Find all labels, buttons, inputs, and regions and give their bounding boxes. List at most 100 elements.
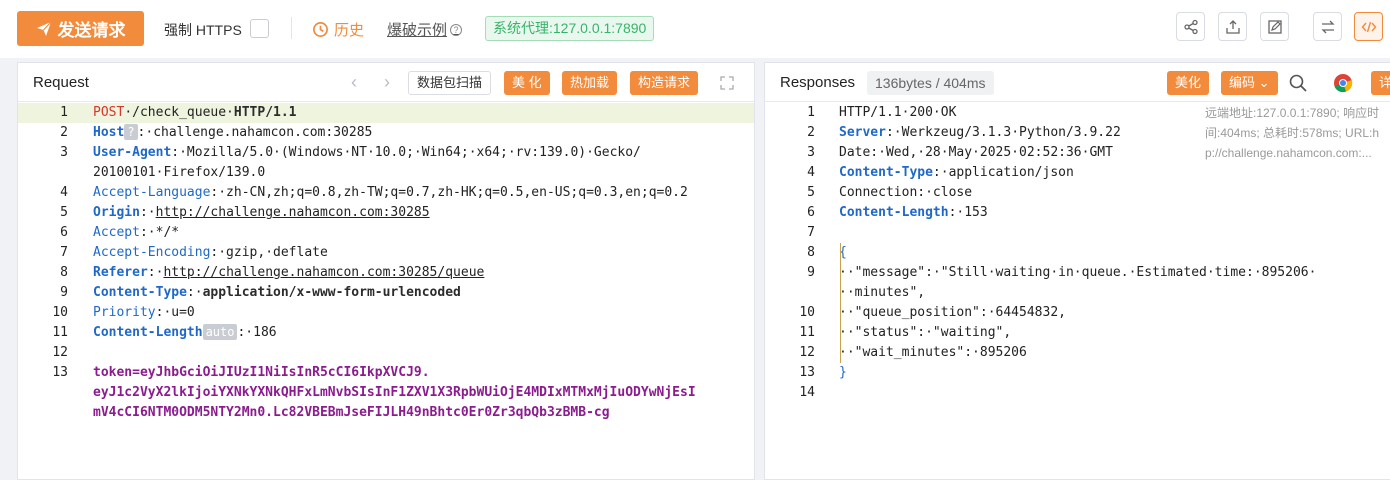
code-token: User-Agent [93,145,172,160]
line-text: ··"message":·"Still·waiting·in·queue.·Es… [839,263,1316,283]
examples-label: 爆破示例 [387,22,448,39]
code-view-button[interactable] [1354,12,1383,41]
line-text: ··minutes", [839,283,925,303]
line-number: 14 [799,385,815,400]
code-token: ··"queue_position":·64454832, [839,305,1066,320]
code-line: 9 Content-Type:·application/x-www-form-ur… [18,283,754,303]
request-editor[interactable]: mV4cCI6NTM0ODM5NTY2Mn0.Lc82VBEBmJseFIJLH… [18,103,754,479]
code-token: Accept-Language [93,185,211,200]
line-text: Accept:·*/* [93,223,179,243]
line-text: Content-Type:·application/json [839,163,1074,183]
code-token: http://challenge.nahamcon.com:30285/queu… [163,265,485,280]
chrome-icon[interactable] [1333,73,1353,93]
history-button[interactable]: 历史 [312,19,364,40]
request-header: Request ‹ › 数据包扫描 美 化 热加载 构造请求 [18,63,754,102]
line-number: 3 [60,145,68,160]
code-token: :·gzip,·deflate [210,245,328,260]
code-token: http://challenge.nahamcon.com:30285 [155,205,430,220]
share-button[interactable] [1176,12,1205,41]
expand-icon[interactable] [719,75,735,91]
code-token: ? [124,124,138,140]
code-token: Priority [93,305,156,320]
line-text: eyJ1c2VyX2lkIjoiYXNkYXNkQHFxLmNvbSIsInF1… [93,383,696,403]
encoding-dropdown[interactable]: 编码 ⌄ [1221,71,1278,95]
edit-icon [1267,19,1282,34]
code-line: 6 Content-Length:·153 [765,203,1390,223]
code-token: token=eyJhbGciOiJIUzI1NiIsInR5cCI6IkpXVC… [93,365,430,380]
code-token: Host [93,125,125,140]
code-line: 14 [765,383,1390,403]
code-token: :·Mozilla/5.0·(Windows·NT·10.0;·Win64;·x… [171,145,641,160]
code-token: Server [839,125,886,140]
code-token: HTTP/1.1·200·OK [839,105,957,120]
line-number: 7 [807,225,815,240]
line-number: 12 [799,345,815,360]
code-line: 10 ··"queue_position":·64454832, [765,303,1390,323]
code-token: eyJ1c2VyX2lkIjoiYXNkYXNkQHFxLmNvbSIsInF1… [93,385,696,400]
code-line: 6 Accept:·*/* [18,223,754,243]
code-token: :·u=0 [155,305,195,320]
line-text: Content-Type:·application/x-www-form-url… [93,283,461,303]
request-beautify-button[interactable]: 美 化 [504,71,550,95]
line-text: 20100101·Firefox/139.0 [93,163,265,183]
hot-load-button[interactable]: 热加载 [562,71,618,95]
edit-button[interactable] [1260,12,1289,41]
code-token: ··"status":·"waiting", [839,325,1012,340]
system-proxy-badge[interactable]: 系统代理:127.0.0.1:7890 [485,16,655,41]
code-line: 5 Origin:·http://challenge.nahamcon.com:3… [18,203,754,223]
share-icon [1183,19,1198,34]
line-number: 6 [60,225,68,240]
code-token: :·zh-CN,zh;q=0.8,zh-TW;q=0.7,zh-HK;q=0.5… [210,185,688,200]
code-line: 8 Referer:·http://challenge.nahamcon.com:… [18,263,754,283]
response-panel: Responses 136bytes / 404ms 美化 编码 ⌄ 详 14 1… [764,62,1390,480]
code-token: :· [186,285,203,300]
prev-icon[interactable]: ‹ [351,73,357,91]
line-number: 10 [799,305,815,320]
line-number: 11 [52,325,68,340]
code-token: ··"wait_minutes":·895206 [839,345,1027,360]
code-token: ··minutes", [839,285,926,300]
line-number: 5 [60,205,68,220]
export-button[interactable] [1218,12,1247,41]
code-line: 4 Accept-Language:·zh-CN,zh;q=0.8,zh-TW;q… [18,183,754,203]
swap-icon [1320,20,1335,33]
code-token: :·186 [237,325,277,340]
code-token: :· [147,265,164,280]
toolbar-divider [291,17,292,39]
next-icon[interactable]: › [384,73,390,91]
line-text: mV4cCI6NTM0ODM5NTY2Mn0.Lc82VBEBmJseFIJLH… [93,403,610,423]
line-number: 10 [52,305,68,320]
code-token: application/x-www-form-urlencoded [202,285,461,300]
code-token: Connection:·close [839,185,973,200]
line-text: Content-Length auto:·186 [93,323,277,343]
line-number: 8 [807,245,815,260]
response-beautify-button[interactable]: 美化 [1167,71,1210,95]
code-token: HTTP/1.1 [233,105,297,120]
code-token: Content-Type [93,285,187,300]
code-token: :·*/* [139,225,180,240]
code-token: mV4cCI6NTM0ODM5NTY2Mn0.Lc82VBEBmJseFIJLH… [93,405,610,420]
swap-button[interactable] [1313,12,1342,41]
top-toolbar: 发送请求 强制 HTTPS 历史 爆破示例 ? 系统代理:127.0.0.1:7… [0,0,1390,58]
code-line: 8{ [765,243,1390,263]
force-https-checkbox[interactable] [250,19,269,38]
line-text: ··"status":·"waiting", [839,323,1011,343]
line-number: 1 [807,105,815,120]
code-token: ·/check_queue· [124,105,234,120]
brute-force-examples-link[interactable]: 爆破示例 ? [387,19,463,40]
code-token: ··"message":·"Still·waiting·in·queue.·Es… [839,265,1317,280]
line-number: 12 [52,345,68,360]
response-side-info: 远端地址:127.0.0.1:7890; 响应时 间:404ms; 总耗时:57… [1205,106,1380,160]
code-line: 20100101·Firefox/139.0 [18,163,754,183]
build-request-button[interactable]: 构造请求 [630,71,699,95]
line-text: Accept-Encoding:·gzip,·deflate [93,243,328,263]
line-text: Connection:·close [839,183,972,203]
response-viewer[interactable]: 14 13} 12 ··"wait_minutes":·895206 11 ··"stat… [765,103,1390,479]
send-request-button[interactable]: 发送请求 [17,11,144,46]
code-line: 2 Host?:·challenge.nahamcon.com:30285 [18,123,754,143]
code-token: 20100101·Firefox/139.0 [93,165,266,180]
details-button[interactable]: 详 [1371,71,1390,95]
line-text: ··"wait_minutes":·895206 [839,343,1027,363]
search-icon[interactable] [1287,72,1309,94]
packet-scan-button[interactable]: 数据包扫描 [408,71,492,95]
